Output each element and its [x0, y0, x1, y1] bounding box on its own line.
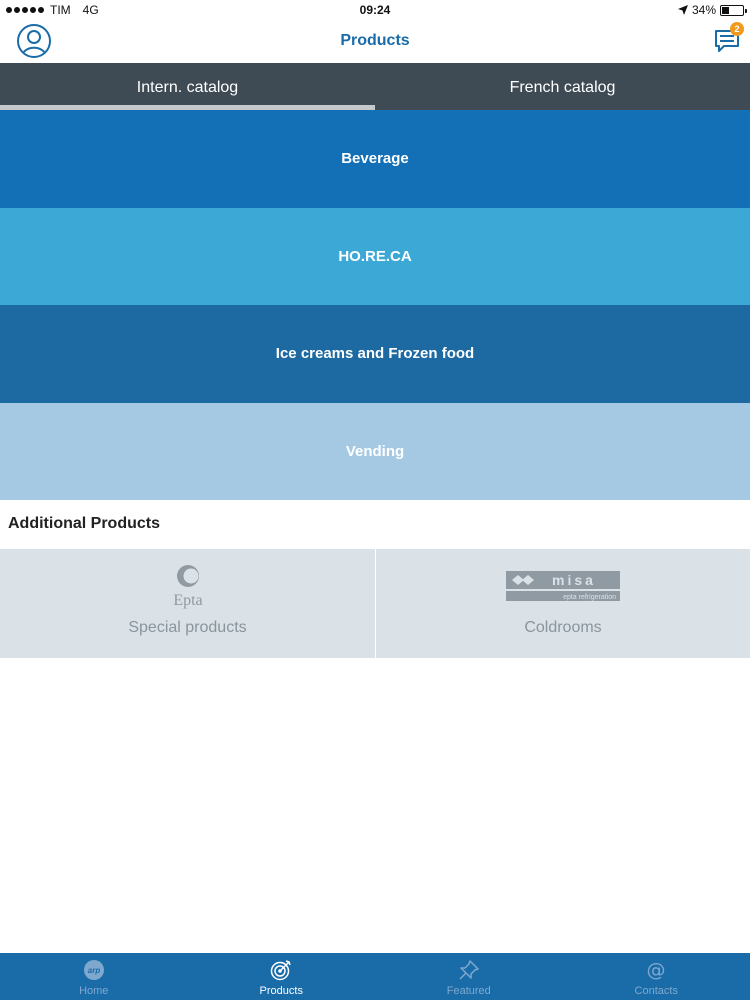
- bottom-tab-home[interactable]: arp Home: [0, 953, 188, 1000]
- messages-badge: 2: [730, 22, 744, 36]
- tab-french-catalog[interactable]: French catalog: [375, 63, 750, 110]
- special-products-tile[interactable]: Epta Special products: [0, 549, 375, 658]
- epta-logo-text: Epta: [173, 592, 202, 609]
- status-time: 09:24: [359, 3, 391, 17]
- bottom-tab-contacts-label: Contacts: [634, 985, 678, 997]
- bottom-tab-featured-label: Featured: [446, 985, 491, 997]
- misa-logo-icon: misa epta refrigeration: [506, 571, 620, 601]
- category-list: Beverage HO.RE.CA Ice creams and Frozen …: [0, 110, 750, 500]
- bottom-tab-featured[interactable]: Featured: [375, 953, 563, 1000]
- bottom-tab-contacts[interactable]: @ Contacts: [563, 953, 750, 1000]
- navigation-bar: Products 2: [0, 20, 750, 63]
- category-horeca[interactable]: HO.RE.CA: [0, 207, 750, 305]
- coldrooms-tile[interactable]: misa epta refrigeration Coldrooms: [375, 549, 750, 658]
- additional-products: Epta Special products misa epta refriger…: [0, 549, 750, 658]
- page-title: Products: [340, 32, 410, 49]
- category-vending[interactable]: Vending: [0, 402, 750, 500]
- messages-button[interactable]: 2: [714, 22, 744, 54]
- catalog-tabs: Intern. catalog French catalog: [0, 63, 750, 110]
- battery-percentage: 34%: [691, 3, 716, 17]
- bottom-tab-products[interactable]: Products: [188, 953, 376, 1000]
- home-logo-icon: arp: [83, 960, 104, 980]
- bottom-tab-home-label: Home: [79, 985, 109, 997]
- category-ice-creams-frozen-food[interactable]: Ice creams and Frozen food: [0, 305, 750, 403]
- bottom-tab-bar: arp Home Products Featured @ Contacts: [0, 953, 750, 1000]
- battery-icon: [720, 4, 747, 16]
- at-icon: @: [647, 959, 666, 981]
- epta-logo-icon: Epta: [173, 565, 202, 609]
- additional-products-heading: Additional Products: [8, 515, 160, 532]
- misa-logo-subtext: epta refrigeration: [563, 594, 616, 601]
- tab-intern-catalog[interactable]: Intern. catalog: [0, 63, 375, 110]
- bottom-tab-products-label: Products: [259, 985, 303, 997]
- misa-logo-text: misa: [552, 572, 596, 588]
- status-bar: TIM 4G 09:24 34%: [0, 0, 750, 20]
- coldrooms-label: Coldrooms: [524, 619, 602, 636]
- pin-icon: [459, 960, 479, 980]
- target-icon: [271, 960, 291, 981]
- location-arrow-icon: [677, 5, 688, 15]
- svg-text:arp: arp: [88, 966, 101, 975]
- special-products-label: Special products: [128, 619, 247, 636]
- svg-text:@: @: [647, 959, 666, 981]
- category-beverage[interactable]: Beverage: [0, 110, 750, 208]
